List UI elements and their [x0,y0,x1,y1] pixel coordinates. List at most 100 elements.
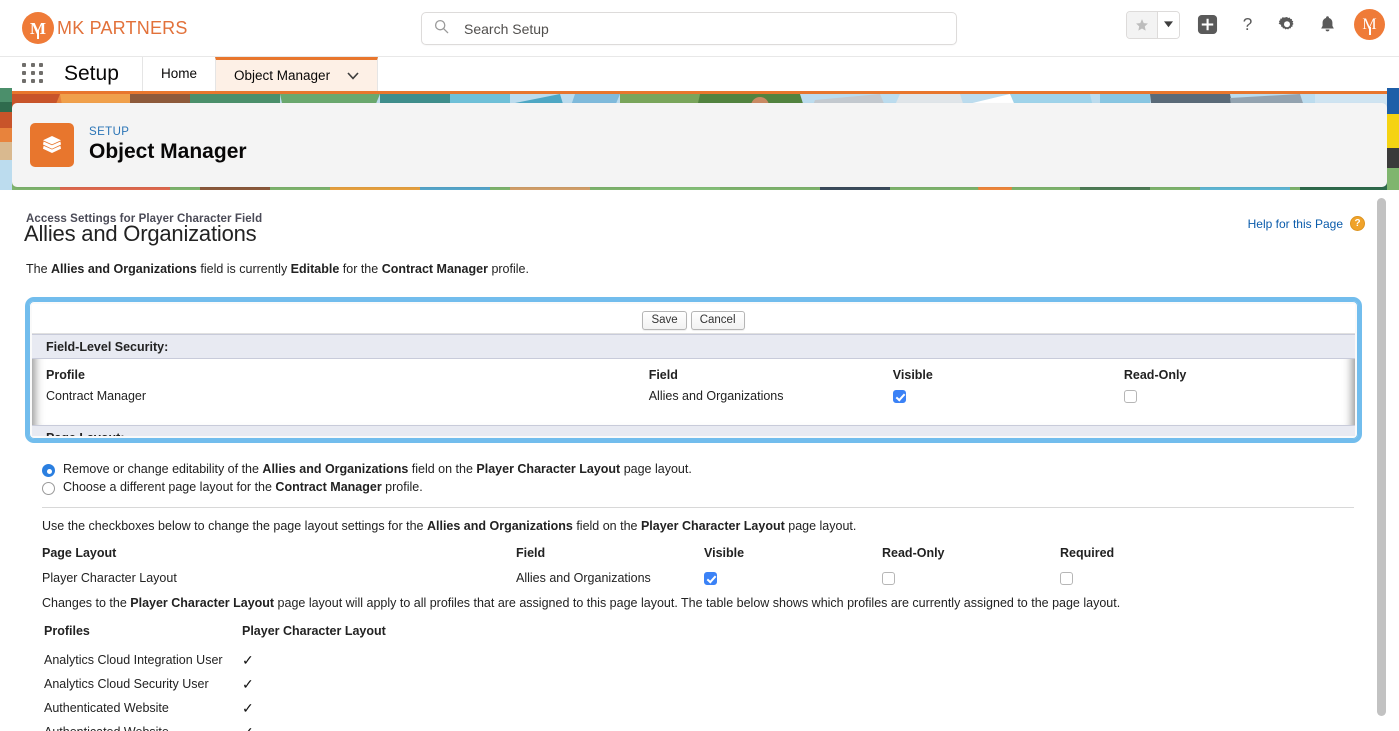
radio-remove-or-change-input[interactable] [42,464,55,477]
check-mark-icon: ✓ [242,724,254,731]
global-search[interactable] [421,12,957,45]
cancel-button[interactable]: Cancel [691,311,745,330]
cell-profile-name: Analytics Cloud Integration User [44,653,242,667]
col-visible: Visible [704,546,882,560]
lh-part2: field on the [573,519,641,533]
field-level-security-table: Profile Field Visible Read-Only Contract… [32,359,1355,409]
avatar-letter: M [1362,16,1376,34]
assigned-profiles-table: Profiles Player Character Layout Analyti… [44,624,744,731]
status-part1: The [26,262,51,276]
brand-logo[interactable]: M MK PARTNERS [22,8,188,48]
table-row: Authenticated Website ✓ [44,720,744,731]
bell-icon[interactable] [1314,12,1340,38]
tab-home-label: Home [161,57,197,91]
caret-down-icon[interactable] [1157,12,1179,38]
status-access-level: Editable [291,262,340,276]
cell-assigned: ✓ [242,701,442,716]
page-layout-settings-table: Page Layout Field Visible Read-Only Requ… [42,546,1354,585]
status-part4: profile. [488,262,529,276]
page-header-card: SETUP Object Manager [12,103,1387,187]
svg-text:?: ? [1242,14,1252,34]
star-icon[interactable] [1127,12,1157,38]
page-header-texts: SETUP Object Manager [89,126,247,164]
plus-icon[interactable] [1194,12,1220,38]
layout-required-checkbox[interactable] [1060,572,1073,585]
r1-part1: Remove or change editability of the [63,462,262,476]
table-row: Analytics Cloud Security User ✓ [44,672,744,696]
field-level-security-header: Field-Level Security: [32,334,1355,359]
r1-part3: page layout. [620,462,692,476]
right-edge-decoration [1387,88,1399,731]
help-for-this-page-link[interactable]: Help for this Page ? [1248,216,1365,231]
lh-bold2: Player Character Layout [641,519,785,533]
help-link-label: Help for this Page [1248,217,1343,231]
layout-read-only-checkbox[interactable] [882,572,895,585]
table-row: Analytics Cloud Integration User ✓ [44,648,744,672]
col-player-character-layout: Player Character Layout [242,624,442,638]
status-profile-name: Contract Manager [382,262,488,276]
page-header-eyebrow: SETUP [89,126,247,138]
favorites-control[interactable] [1126,11,1180,39]
page-layout-radio-group: Remove or change editability of the Alli… [42,462,1242,498]
app-launcher-icon[interactable] [22,63,46,85]
brand-mark-letter: M [30,20,46,37]
global-header: M MK PARTNERS [0,0,1399,57]
highlighted-region: Save Cancel Field-Level Security: Profil… [25,297,1362,443]
layout-visible-checkbox[interactable] [704,572,717,585]
r2-bold1: Contract Manager [275,480,381,494]
lh-part1: Use the checkboxes below to change the p… [42,519,427,533]
lh-part3: page layout. [785,519,857,533]
stack-layers-icon [30,123,74,167]
tab-object-manager-label: Object Manager [234,60,330,91]
r1-part2: field on the [408,462,476,476]
setup-navbar: Setup Home Object Manager [0,57,1399,91]
radio-option-choose-different-layout[interactable]: Choose a different page layout for the C… [42,480,1242,495]
cell-read-only [882,571,1060,585]
layout-table-header-row: Page Layout Field Visible Read-Only Requ… [42,546,1354,571]
col-profiles: Profiles [44,624,242,638]
tab-home[interactable]: Home [142,57,215,91]
search-box[interactable] [421,12,957,45]
r2-part1: Choose a different page layout for the [63,480,275,494]
brand-name: MK PARTNERS [57,18,188,39]
section-divider [42,507,1354,508]
tab-object-manager[interactable]: Object Manager [215,57,378,91]
help-question-icon: ? [1350,216,1365,231]
cell-field: Allies and Organizations [649,386,893,409]
table-row: Contract Manager Allies and Organization… [32,386,1355,409]
radio-option-2-text: Choose a different page layout for the C… [63,480,423,494]
col-visible: Visible [893,359,1124,386]
page-layout-section-header: Page Layout: [32,425,1355,436]
chevron-down-icon[interactable] [347,60,359,91]
cell-assigned: ✓ [242,653,442,668]
search-icon [434,19,449,39]
apply-note-text: Changes to the Player Character Layout p… [42,596,1120,610]
table-row: Player Character Layout Allies and Organ… [42,571,1354,585]
cell-visible [704,571,882,585]
radio-option-remove-or-change[interactable]: Remove or change editability of the Alli… [42,462,1242,477]
col-read-only: Read-Only [882,546,1060,560]
cell-required [1060,571,1238,585]
an-bold1: Player Character Layout [130,596,274,610]
read-only-checkbox[interactable] [1124,390,1137,403]
visible-checkbox[interactable] [893,390,906,403]
cell-profile: Contract Manager [32,386,649,409]
highlighted-region-inner: Save Cancel Field-Level Security: Profil… [32,304,1355,436]
question-mark-icon[interactable]: ? [1234,12,1260,38]
gear-icon[interactable] [1274,12,1300,38]
app-name-setup: Setup [64,57,119,91]
scrollbar-thumb[interactable] [1377,198,1386,716]
an-part2: page layout will apply to all profiles t… [274,596,1120,610]
user-avatar-icon[interactable]: M [1354,9,1385,40]
brand-mark-icon: M [22,12,54,44]
vertical-scrollbar[interactable] [1375,196,1388,724]
save-button[interactable]: Save [642,311,686,330]
layout-help-text: Use the checkboxes below to change the p… [42,519,856,533]
search-input[interactable] [462,20,902,38]
field-status-sentence: The Allies and Organizations field is cu… [26,262,529,276]
radio-choose-different-layout-input[interactable] [42,482,55,495]
action-button-row: Save Cancel [32,304,1355,334]
col-required: Required [1060,546,1238,560]
cell-assigned: ✓ [242,677,442,692]
r1-bold2: Player Character Layout [476,462,620,476]
